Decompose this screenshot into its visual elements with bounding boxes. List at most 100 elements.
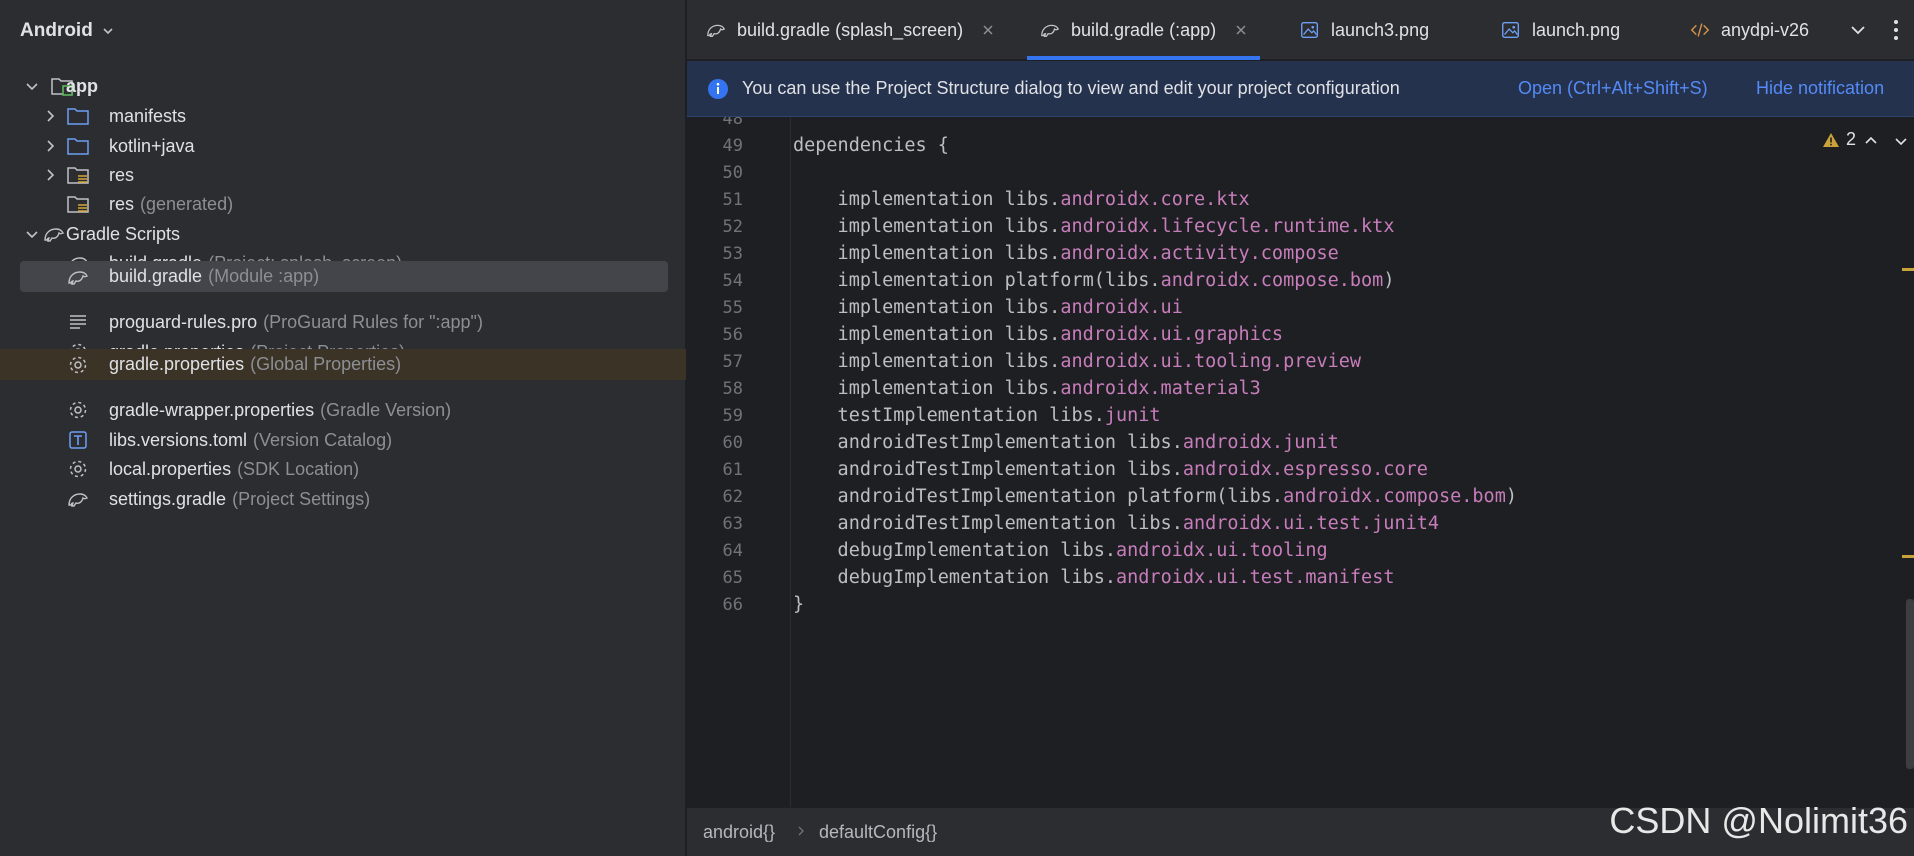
close-icon[interactable]	[981, 23, 995, 37]
tree-item-manifests[interactable]: manifests	[20, 99, 668, 133]
code-text: androidTestImplementation libs.	[793, 513, 1183, 534]
project-view-title: Android	[20, 20, 93, 41]
code-line: debugImplementation libs.androidx.ui.tes…	[793, 567, 1395, 588]
project-structure-notification: You can use the Project Structure dialog…	[687, 61, 1914, 117]
tree-item-label: local.properties (SDK Location)	[109, 458, 360, 479]
library-reference: androidx.ui.test.manifest	[1116, 567, 1395, 588]
tree-item-label: gradle-wrapper.properties (Gradle Version…	[109, 399, 452, 420]
image-file-icon	[1502, 21, 1520, 39]
tree-item-label: Gradle Scripts	[66, 223, 181, 244]
gear-icon	[69, 401, 87, 419]
code-text: implementation libs.	[793, 351, 1061, 372]
line-number: 52	[722, 217, 743, 237]
code-text: testImplementation libs.	[793, 405, 1105, 426]
resource-folder-icon	[67, 196, 89, 213]
chevron-right-icon[interactable]	[42, 108, 58, 124]
code-text: implementation libs.	[793, 297, 1061, 318]
tab-anydpi-v26[interactable]: anydpi-v26	[1689, 0, 1829, 60]
tab-launch3-png[interactable]: launch3.png	[1299, 0, 1429, 60]
more-vertical-icon[interactable]	[1892, 18, 1900, 42]
gradle-icon	[68, 270, 88, 285]
vertical-scrollbar[interactable]	[1906, 599, 1914, 769]
tab-label: build.gradle (:app)	[1071, 19, 1217, 40]
chevron-down-icon[interactable]	[24, 78, 40, 94]
library-reference: androidx.ui.test.junit4	[1182, 513, 1440, 534]
tree-item-local-properties[interactable]: local.properties (SDK Location)	[20, 452, 668, 486]
line-number: 49	[722, 136, 743, 156]
code-editor[interactable]: 48 49 50 51 52 53 54 55 56 57 58 59 60 61 62 63 64 65 66 d…	[687, 117, 1914, 807]
tab-build-gradle-project[interactable]: build.gradle (splash_screen)	[705, 0, 995, 60]
tree-item-proguard-rules[interactable]: proguard-rules.pro (ProGuard Rules for ":…	[20, 305, 668, 339]
breadcrumb-item-android[interactable]: android{}	[703, 822, 775, 843]
chevron-down-icon[interactable]	[1848, 20, 1868, 40]
tree-item-gradle-wrapper-properties[interactable]: gradle-wrapper.properties (Gradle Version…	[20, 393, 668, 427]
code-line: implementation libs.androidx.core.ktx	[793, 189, 1250, 210]
code-line: androidTestImplementation libs.androidx.…	[793, 513, 1439, 534]
line-number: 59	[722, 406, 743, 426]
line-number: 57	[722, 352, 743, 372]
code-line: implementation libs.androidx.activity.co…	[793, 243, 1339, 264]
gear-icon	[69, 460, 87, 478]
tree-item-app[interactable]: app	[20, 69, 668, 103]
gradle-icon	[68, 493, 88, 507]
tree-item-gradle-properties-global[interactable]: gradle.properties (Global Properties)	[0, 349, 686, 380]
code-text: }	[793, 594, 805, 615]
tree-item-res-generated[interactable]: res (generated)	[20, 187, 668, 221]
tree-item-settings-gradle[interactable]: settings.gradle (Project Settings)	[20, 482, 668, 516]
breadcrumb-item-default-config[interactable]: defaultConfig{}	[819, 822, 937, 843]
code-line: implementation libs.androidx.ui	[793, 297, 1183, 318]
library-reference: androidx.compose.bom	[1283, 486, 1506, 507]
open-project-structure-link[interactable]: Open (Ctrl+Alt+Shift+S)	[1518, 78, 1708, 99]
gradle-icon	[44, 228, 64, 242]
chevron-right-icon	[798, 826, 804, 836]
chevron-right-icon[interactable]	[42, 138, 58, 154]
folder-icon	[67, 138, 89, 155]
tree-item-label: proguard-rules.pro (ProGuard Rules for ":…	[109, 311, 483, 332]
chevron-down-icon[interactable]	[24, 226, 40, 242]
warning-stripe-marker[interactable]	[1902, 555, 1914, 558]
library-reference: androidx.ui.tooling.preview	[1060, 351, 1362, 372]
tab-launch-png[interactable]: launch.png	[1500, 0, 1620, 60]
project-view-selector[interactable]: Android	[20, 16, 115, 46]
code-text: androidTestImplementation libs.	[793, 432, 1183, 453]
tree-item-hint: (SDK Location)	[237, 458, 360, 479]
close-icon[interactable]	[1234, 23, 1248, 37]
tree-item-hint: (Gradle Version)	[320, 399, 452, 420]
line-number: 64	[722, 541, 743, 561]
code-line: }	[793, 594, 804, 615]
code-line: implementation libs.androidx.ui.tooling.…	[793, 351, 1362, 372]
line-number: 54	[722, 271, 743, 291]
code-line: androidTestImplementation libs.androidx.…	[793, 432, 1339, 453]
library-reference: junit	[1104, 405, 1161, 426]
code-text: )	[1383, 270, 1395, 291]
code-line: debugImplementation libs.androidx.ui.too…	[793, 540, 1328, 561]
tree-item-label: gradle.properties (Global Properties)	[109, 354, 402, 374]
library-reference: androidx.core.ktx	[1060, 189, 1250, 210]
line-number-gutter: 48 49 50 51 52 53 54 55 56 57 58 59 60 61 62 63 64 65 66	[687, 117, 791, 807]
code-text: )	[1505, 486, 1517, 507]
tree-item-build-gradle-module[interactable]: build.gradle (Module :app)	[20, 261, 668, 292]
line-number: 61	[722, 460, 743, 480]
chevron-down-icon[interactable]	[1894, 134, 1908, 148]
hide-notification-link[interactable]: Hide notification	[1756, 78, 1884, 99]
tab-build-gradle-app[interactable]: build.gradle (:app)	[1026, 0, 1261, 60]
gear-icon	[69, 356, 87, 373]
code-text: androidTestImplementation platform(libs.	[793, 486, 1284, 507]
code-text: androidTestImplementation libs.	[793, 459, 1183, 480]
warning-stripe-marker[interactable]	[1902, 268, 1914, 271]
notification-text: You can use the Project Structure dialog…	[742, 78, 1400, 98]
tree-item-hint: (Project Settings)	[232, 488, 371, 509]
gradle-icon	[707, 24, 726, 38]
tab-label: anydpi-v26	[1721, 19, 1810, 40]
image-file-icon	[1301, 21, 1319, 39]
chevron-right-icon[interactable]	[42, 167, 58, 183]
tree-item-label: manifests	[109, 105, 187, 126]
resource-folder-icon	[67, 167, 89, 184]
warning-count: 2	[1845, 129, 1856, 149]
code-line: androidTestImplementation libs.androidx.…	[793, 459, 1428, 480]
chevron-up-icon[interactable]	[1864, 134, 1878, 148]
library-reference: androidx.ui	[1060, 297, 1183, 318]
code-line: implementation platform(libs.androidx.co…	[793, 270, 1395, 291]
code-text: debugImplementation libs.	[793, 567, 1117, 588]
inspection-widget[interactable]: 2	[1822, 129, 1856, 150]
